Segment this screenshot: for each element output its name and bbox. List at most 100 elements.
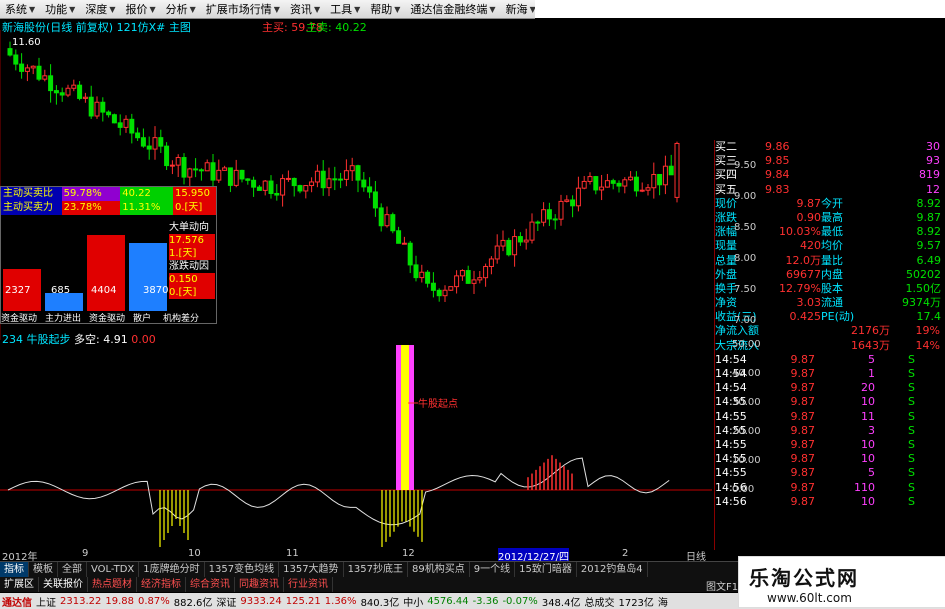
- candle-body: [430, 282, 436, 291]
- flow-bar-3: [87, 235, 125, 311]
- candle-body: [181, 157, 187, 178]
- menu-item-5[interactable]: 扩展市场行情 ▼: [201, 1, 285, 17]
- indicator-tab[interactable]: 9一个线: [470, 562, 516, 578]
- oscillator-line: [7, 457, 670, 526]
- candle-body: [639, 189, 645, 192]
- candle-body: [193, 168, 199, 171]
- extension-tab[interactable]: 关联报价: [39, 577, 88, 592]
- indicator-tab[interactable]: 1357变色均线: [205, 562, 280, 578]
- indicator-tab[interactable]: 指标: [0, 562, 29, 578]
- indicator-tab[interactable]: 89机构买点: [408, 562, 470, 578]
- chevron-down-icon: ▼: [149, 4, 156, 14]
- candle-body: [500, 239, 506, 247]
- candle-body: [668, 165, 674, 176]
- candle-body: [274, 192, 280, 196]
- candle-body: [285, 177, 291, 180]
- chevron-down-icon: ▼: [313, 4, 321, 14]
- candle-body: [628, 176, 634, 181]
- candle-body: [77, 84, 83, 99]
- menu-item-9[interactable]: 通达信金融终端 ▼: [405, 1, 500, 17]
- candle-body: [517, 236, 523, 243]
- indicator-tick-label: 30.00: [732, 397, 761, 408]
- x-tick-label: 11: [286, 548, 299, 559]
- candle-body: [372, 191, 378, 209]
- candle-body: [367, 186, 373, 193]
- flow-bar-3-value: 4404: [91, 285, 117, 296]
- candle-body: [198, 169, 204, 172]
- candle-body: [575, 187, 581, 207]
- candle-body: [587, 176, 593, 182]
- buy-sell-ratio-row: 主动买卖比 59.78% 40.22 15.950: [1, 187, 216, 201]
- candle-body: [610, 180, 616, 184]
- candle-body: [459, 270, 465, 277]
- indicator-tab[interactable]: 全部: [58, 562, 87, 578]
- candle-body: [53, 90, 59, 94]
- watermark: 乐淘公式网 www.60lt.com: [738, 556, 945, 608]
- candle-body: [216, 169, 222, 181]
- extension-tab[interactable]: 经济指标: [137, 577, 186, 592]
- extension-tab[interactable]: 行业资讯: [284, 577, 333, 592]
- candle-body: [599, 186, 605, 191]
- menu-item-0[interactable]: 系统 ▼: [0, 1, 40, 17]
- watermark-title: 乐淘公式网: [749, 566, 859, 590]
- candle-body: [326, 178, 332, 189]
- price-tick-label: 8.00: [734, 253, 757, 265]
- candle-body: [123, 118, 129, 128]
- candle-body: [158, 137, 164, 147]
- candle-body: [349, 165, 355, 172]
- candle-body: [622, 179, 628, 187]
- menu-item-7[interactable]: 工具 ▼: [325, 1, 365, 17]
- menu-item-3[interactable]: 报价 ▼: [120, 1, 160, 17]
- title-area: [535, 0, 945, 18]
- candle-body: [593, 176, 599, 191]
- chevron-down-icon: ▼: [273, 4, 280, 14]
- chevron-down-icon: ▼: [394, 4, 401, 14]
- candle-body: [303, 185, 309, 192]
- candle-body: [59, 92, 65, 96]
- indicator-tick-label: 0.00: [732, 484, 755, 495]
- candle-body: [42, 75, 48, 80]
- candle-body: [448, 286, 454, 291]
- candle-body: [529, 221, 535, 241]
- candle-body: [210, 162, 216, 181]
- candle-body: [164, 145, 170, 167]
- candle-body: [506, 239, 512, 256]
- price-tick-label: 8.50: [734, 222, 757, 234]
- indicator-tab[interactable]: 2012钓鱼岛4: [577, 562, 648, 578]
- x-tick-label: 9: [82, 548, 89, 559]
- indicator-tab[interactable]: 1357大趋势: [279, 562, 344, 578]
- candle-body: [477, 277, 483, 281]
- candle-body: [140, 137, 146, 147]
- big-order-panel: 大单动向 17.576 1.[天] 涨跌动因 0.150 0.[天]: [169, 221, 215, 299]
- candle-body: [465, 270, 471, 284]
- candle-body: [523, 239, 529, 243]
- candle-body: [604, 180, 610, 188]
- candle-body: [662, 165, 668, 186]
- extension-tab[interactable]: 扩展区: [0, 577, 39, 592]
- indicator-chart[interactable]: 牛股起点: [0, 340, 712, 550]
- extension-tab[interactable]: 同趣资讯: [235, 577, 284, 592]
- signal-bar-inner: [401, 345, 409, 490]
- indicator-tab[interactable]: VOL-TDX: [87, 562, 140, 578]
- menu-item-1[interactable]: 功能 ▼: [40, 1, 80, 17]
- indicator-tab[interactable]: 1庞牌绝分时: [139, 562, 205, 578]
- menu-item-2[interactable]: 深度 ▼: [80, 1, 120, 17]
- indicator-tab[interactable]: 1357抄底王: [344, 562, 409, 578]
- menu-item-4[interactable]: 分析 ▼: [161, 1, 201, 17]
- candle-body: [65, 87, 71, 96]
- candle-body: [251, 179, 257, 188]
- candle-body: [616, 182, 622, 187]
- candle-body: [390, 214, 396, 232]
- x-tick-label: 2: [622, 548, 629, 559]
- chevron-down-icon: ▼: [109, 4, 116, 14]
- menu-item-6[interactable]: 资讯 ▼: [285, 1, 325, 17]
- price-axis: 9.50 9.00 8.50 8.00 7.50 7.00: [712, 30, 762, 340]
- indicator-tab[interactable]: 15致门暗器: [515, 562, 577, 578]
- extension-tab[interactable]: 综合资讯: [186, 577, 235, 592]
- menu-item-8[interactable]: 帮助 ▼: [365, 1, 405, 17]
- candle-body: [88, 96, 94, 117]
- indicator-tab[interactable]: 模板: [29, 562, 58, 578]
- extension-tab[interactable]: 热点题材: [88, 577, 137, 592]
- candle-body: [239, 169, 245, 180]
- candle-body: [19, 63, 25, 72]
